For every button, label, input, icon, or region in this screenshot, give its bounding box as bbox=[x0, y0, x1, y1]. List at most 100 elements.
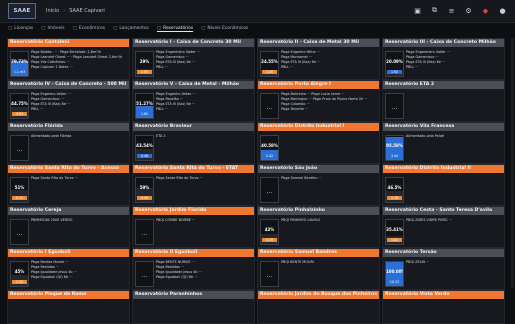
reservoir-title[interactable]: Reservatório Vista Verde bbox=[383, 291, 504, 299]
reservoir-title[interactable]: Reservatório Vila Francesa bbox=[383, 123, 504, 131]
tank-no-data: ··· bbox=[266, 274, 273, 281]
reservoir-card[interactable]: Reservatório Cereja ··· PBMMSGNI 2000 VERD… bbox=[7, 206, 130, 248]
breadcrumb-home[interactable]: Início bbox=[46, 8, 59, 14]
reservoir-card[interactable]: Reservatório Bravieur 43.54% 0.46 ETA 2 bbox=[132, 122, 255, 164]
reservoir-body: ··· Alimentado pela Flórida bbox=[8, 131, 129, 163]
reservoir-title[interactable]: Reservatório Cantaleni bbox=[8, 39, 129, 47]
alert-icon[interactable]: ◆ bbox=[479, 4, 492, 17]
reservoir-title[interactable]: Reservatório III - Caixa de Concreto Mil… bbox=[383, 39, 504, 47]
reservoir-card[interactable]: Reservatório II Eguaboli ··· Pbga BENTE NU… bbox=[132, 248, 255, 290]
reservoir-title[interactable]: Reservatório Santa Rita do Turvo - Acess… bbox=[8, 165, 129, 173]
user-icon[interactable]: ● bbox=[496, 4, 509, 17]
tab-5[interactable]: ▢ Níveis Econômicos bbox=[201, 26, 248, 31]
reservoir-title[interactable]: Reservatório Distrito Industrial II bbox=[383, 165, 504, 173]
reservoir-body: 40.58% 0.42 bbox=[258, 131, 379, 163]
reservoir-card[interactable]: Reservatório Santa Rita do Turvo - Acess… bbox=[7, 164, 130, 206]
reservoir-card[interactable]: Reservatório I Eguaboli 45% 1.20 Pbga Bente… bbox=[7, 248, 130, 290]
reservoir-title[interactable]: Reservatório Distrito Industrial I bbox=[258, 123, 379, 131]
reservoir-card[interactable]: Reservatório Jardim do Bosque dos Pinhei… bbox=[257, 290, 380, 324]
scrollbar[interactable] bbox=[511, 38, 514, 288]
tank-volume: 1.80 bbox=[137, 112, 152, 116]
reservoir-body: ··· bbox=[383, 89, 504, 121]
app-logo[interactable]: SAAE bbox=[8, 3, 36, 19]
tank-gauge: 43% 0.35 bbox=[260, 219, 279, 245]
pump-row: PBLL ··· bbox=[156, 65, 169, 69]
reservoir-card[interactable]: Reservatório V - Caixa de Metal - Milhão… bbox=[132, 80, 255, 122]
pump-row: Pbga Santa Rita do Turvo ··· bbox=[31, 176, 78, 180]
reservoir-card[interactable]: Reservatório IV - Caixa de Concreto - 50… bbox=[7, 80, 130, 122]
tank-gauge: 35.41% 1.02 bbox=[385, 219, 404, 245]
pump-list: Pbga Engenho Milha ··· Pbga Mornamet ··· P… bbox=[281, 50, 377, 70]
reservoir-title[interactable]: Reservatório ETA 2 bbox=[383, 81, 504, 89]
reservoir-body: 51% 0.12 Pbga Santa Rita do Turvo ··· bbox=[8, 173, 129, 205]
reservoir-title[interactable]: Reservatório I - Caixa de Concreto 30 Mi… bbox=[133, 39, 254, 47]
reservoir-title[interactable]: Reservatório I Eguaboli bbox=[8, 249, 129, 257]
monitor-icon[interactable]: ▣ bbox=[411, 4, 424, 17]
reservoir-title[interactable]: Reservatório São João bbox=[258, 165, 379, 173]
tank-gauge: ··· bbox=[260, 261, 279, 287]
tab-0[interactable]: ▢ Licenças bbox=[8, 26, 33, 31]
reservoir-card[interactable]: Reservatório Distrito Industrial I 40.58%… bbox=[257, 122, 380, 164]
reservoir-card[interactable]: Reservatório Samuel Bandres ··· PBQI BENTE… bbox=[257, 248, 380, 290]
tank-volume: 3.44 bbox=[387, 154, 402, 158]
tab-3[interactable]: ▢ Lançamentos bbox=[113, 26, 149, 31]
reservoir-card[interactable]: Reservatório II - Caixa de Metal 30 Mil 2… bbox=[257, 38, 380, 80]
top-bar: SAAE Início › SAAE Capivari ▣ ⧉ ≡ ⚙ ◆ ● bbox=[0, 0, 515, 23]
reservoir-title[interactable]: Reservatório Pinhalzinho bbox=[258, 207, 379, 215]
reservoir-title[interactable]: Reservatório Flórida bbox=[8, 123, 129, 131]
reservoir-title[interactable]: Reservatório IV - Caixa de Concreto - 50… bbox=[8, 81, 129, 89]
tab-icon: ▢ bbox=[113, 26, 118, 31]
reservoir-title[interactable]: Reservatório Cereja bbox=[8, 207, 129, 215]
reservoir-card[interactable]: Reservatório Tersão 100.00% 10.12 PBQI ZELI… bbox=[382, 248, 505, 290]
pump-list: PBQI ZIDES VIDRE PIVRC ··· bbox=[406, 218, 502, 223]
tab-4[interactable]: ▢ Reservatórios bbox=[156, 26, 194, 32]
reservoir-card[interactable]: Reservatório Paranhinhos bbox=[132, 290, 255, 324]
reservoir-card[interactable]: Reservatório Santa Rita do Turvo - ETAT 5… bbox=[132, 164, 255, 206]
reservoir-title[interactable]: Reservatório Santa Rita do Turvo - ETAT bbox=[133, 165, 254, 173]
gear-icon[interactable]: ⚙ bbox=[462, 4, 475, 17]
reservoir-card[interactable]: Reservatório Flórida ··· Alimentado pela F… bbox=[7, 122, 130, 164]
reservoir-title[interactable]: Reservatório Porto Alegre I bbox=[258, 81, 379, 89]
reservoir-title[interactable]: Reservatório Paranhinhos bbox=[133, 291, 254, 299]
pump-list: Pbga Engenho Valter ··· Pbga Papelão ··· P… bbox=[156, 92, 252, 112]
menu-icon[interactable]: ≡ bbox=[445, 4, 458, 17]
reservoir-card[interactable]: Reservatório São João ··· Pbga Samuel Bent… bbox=[257, 164, 380, 206]
reservoir-card[interactable]: Reservatório Pisque de Rama bbox=[7, 290, 130, 324]
reservoir-card[interactable]: Reservatório Vista Verde bbox=[382, 290, 505, 324]
tab-2[interactable]: ▢ Econômicos bbox=[73, 26, 106, 31]
tank-volume: 0.46 bbox=[137, 154, 152, 158]
tank-gauge: ··· bbox=[385, 93, 404, 119]
reservoir-title[interactable]: Reservatório Jardim Florido bbox=[133, 207, 254, 215]
reservoir-title[interactable]: Reservatório II Eguaboli bbox=[133, 249, 254, 257]
pump-row: Pbga Capivari 1 Botes ··· bbox=[31, 65, 73, 69]
reservoir-card[interactable]: Reservatório Porto Alegre I ··· Pbga Bairr… bbox=[257, 80, 380, 122]
tab-icon: ▢ bbox=[201, 26, 206, 31]
reservoir-card[interactable]: Reservatório III - Caixa de Concreto Mil… bbox=[382, 38, 505, 80]
tab-1[interactable]: ▢ Imóveis bbox=[41, 26, 64, 31]
reservoir-title[interactable]: Reservatório Pisque de Rama bbox=[8, 291, 129, 299]
reservoir-title[interactable]: Reservatório Samuel Bandres bbox=[258, 249, 379, 257]
reservoir-title[interactable]: Reservatório Jardim do Bosque dos Pinhei… bbox=[258, 291, 379, 299]
share-icon[interactable]: ⧉ bbox=[428, 4, 441, 17]
reservoir-card[interactable]: Reservatório Vila Francesa 95.58% 3.44 Alim… bbox=[382, 122, 505, 164]
reservoir-body: ··· Pbga Samuel Bentleu ··· bbox=[258, 173, 379, 205]
reservoir-card[interactable]: Reservatório Jardim Florido ··· PBQI COMBE… bbox=[132, 206, 255, 248]
reservoir-card[interactable]: Reservatório Distrito Industrial II 46.5%… bbox=[382, 164, 505, 206]
reservoir-card[interactable]: Reservatório Cantaleni 79.73% 1.1 m3 Pbga B… bbox=[7, 38, 130, 80]
reservoir-title[interactable]: Reservatório Bravieur bbox=[133, 123, 254, 131]
reservoir-card[interactable]: Reservatório Cesta - Santo Teresa D'avil… bbox=[382, 206, 505, 248]
reservoir-title[interactable]: Reservatório Tersão bbox=[383, 249, 504, 257]
reservoir-title[interactable]: Reservatório V - Caixa de Metal - Milhão bbox=[133, 81, 254, 89]
reservoir-card[interactable]: Reservatório Pinhalzinho 43% 0.35 PBQI PINH… bbox=[257, 206, 380, 248]
pump-row: PBQI COMBE BOMBE ··· bbox=[156, 218, 196, 222]
tab-icon: ▢ bbox=[72, 26, 77, 31]
pump-row: PBQI PINHEIRO LAVIGO bbox=[281, 218, 321, 222]
breadcrumb-current[interactable]: SAAE Capivari bbox=[69, 8, 105, 14]
tank-percent: 51.27% bbox=[136, 101, 153, 106]
reservoir-title[interactable]: Reservatório Cesta - Santo Teresa D'avil… bbox=[383, 207, 504, 215]
reservoir-title[interactable]: Reservatório II - Caixa de Metal 30 Mil bbox=[258, 39, 379, 47]
reservoir-body: ··· PBMMSGNI 2000 VERDO bbox=[8, 215, 129, 247]
reservoir-card[interactable]: Reservatório ETA 2 ··· bbox=[382, 80, 505, 122]
reservoir-card[interactable]: Reservatório I - Caixa de Concreto 30 Mi… bbox=[132, 38, 255, 80]
tank-gauge: ··· bbox=[260, 93, 279, 119]
